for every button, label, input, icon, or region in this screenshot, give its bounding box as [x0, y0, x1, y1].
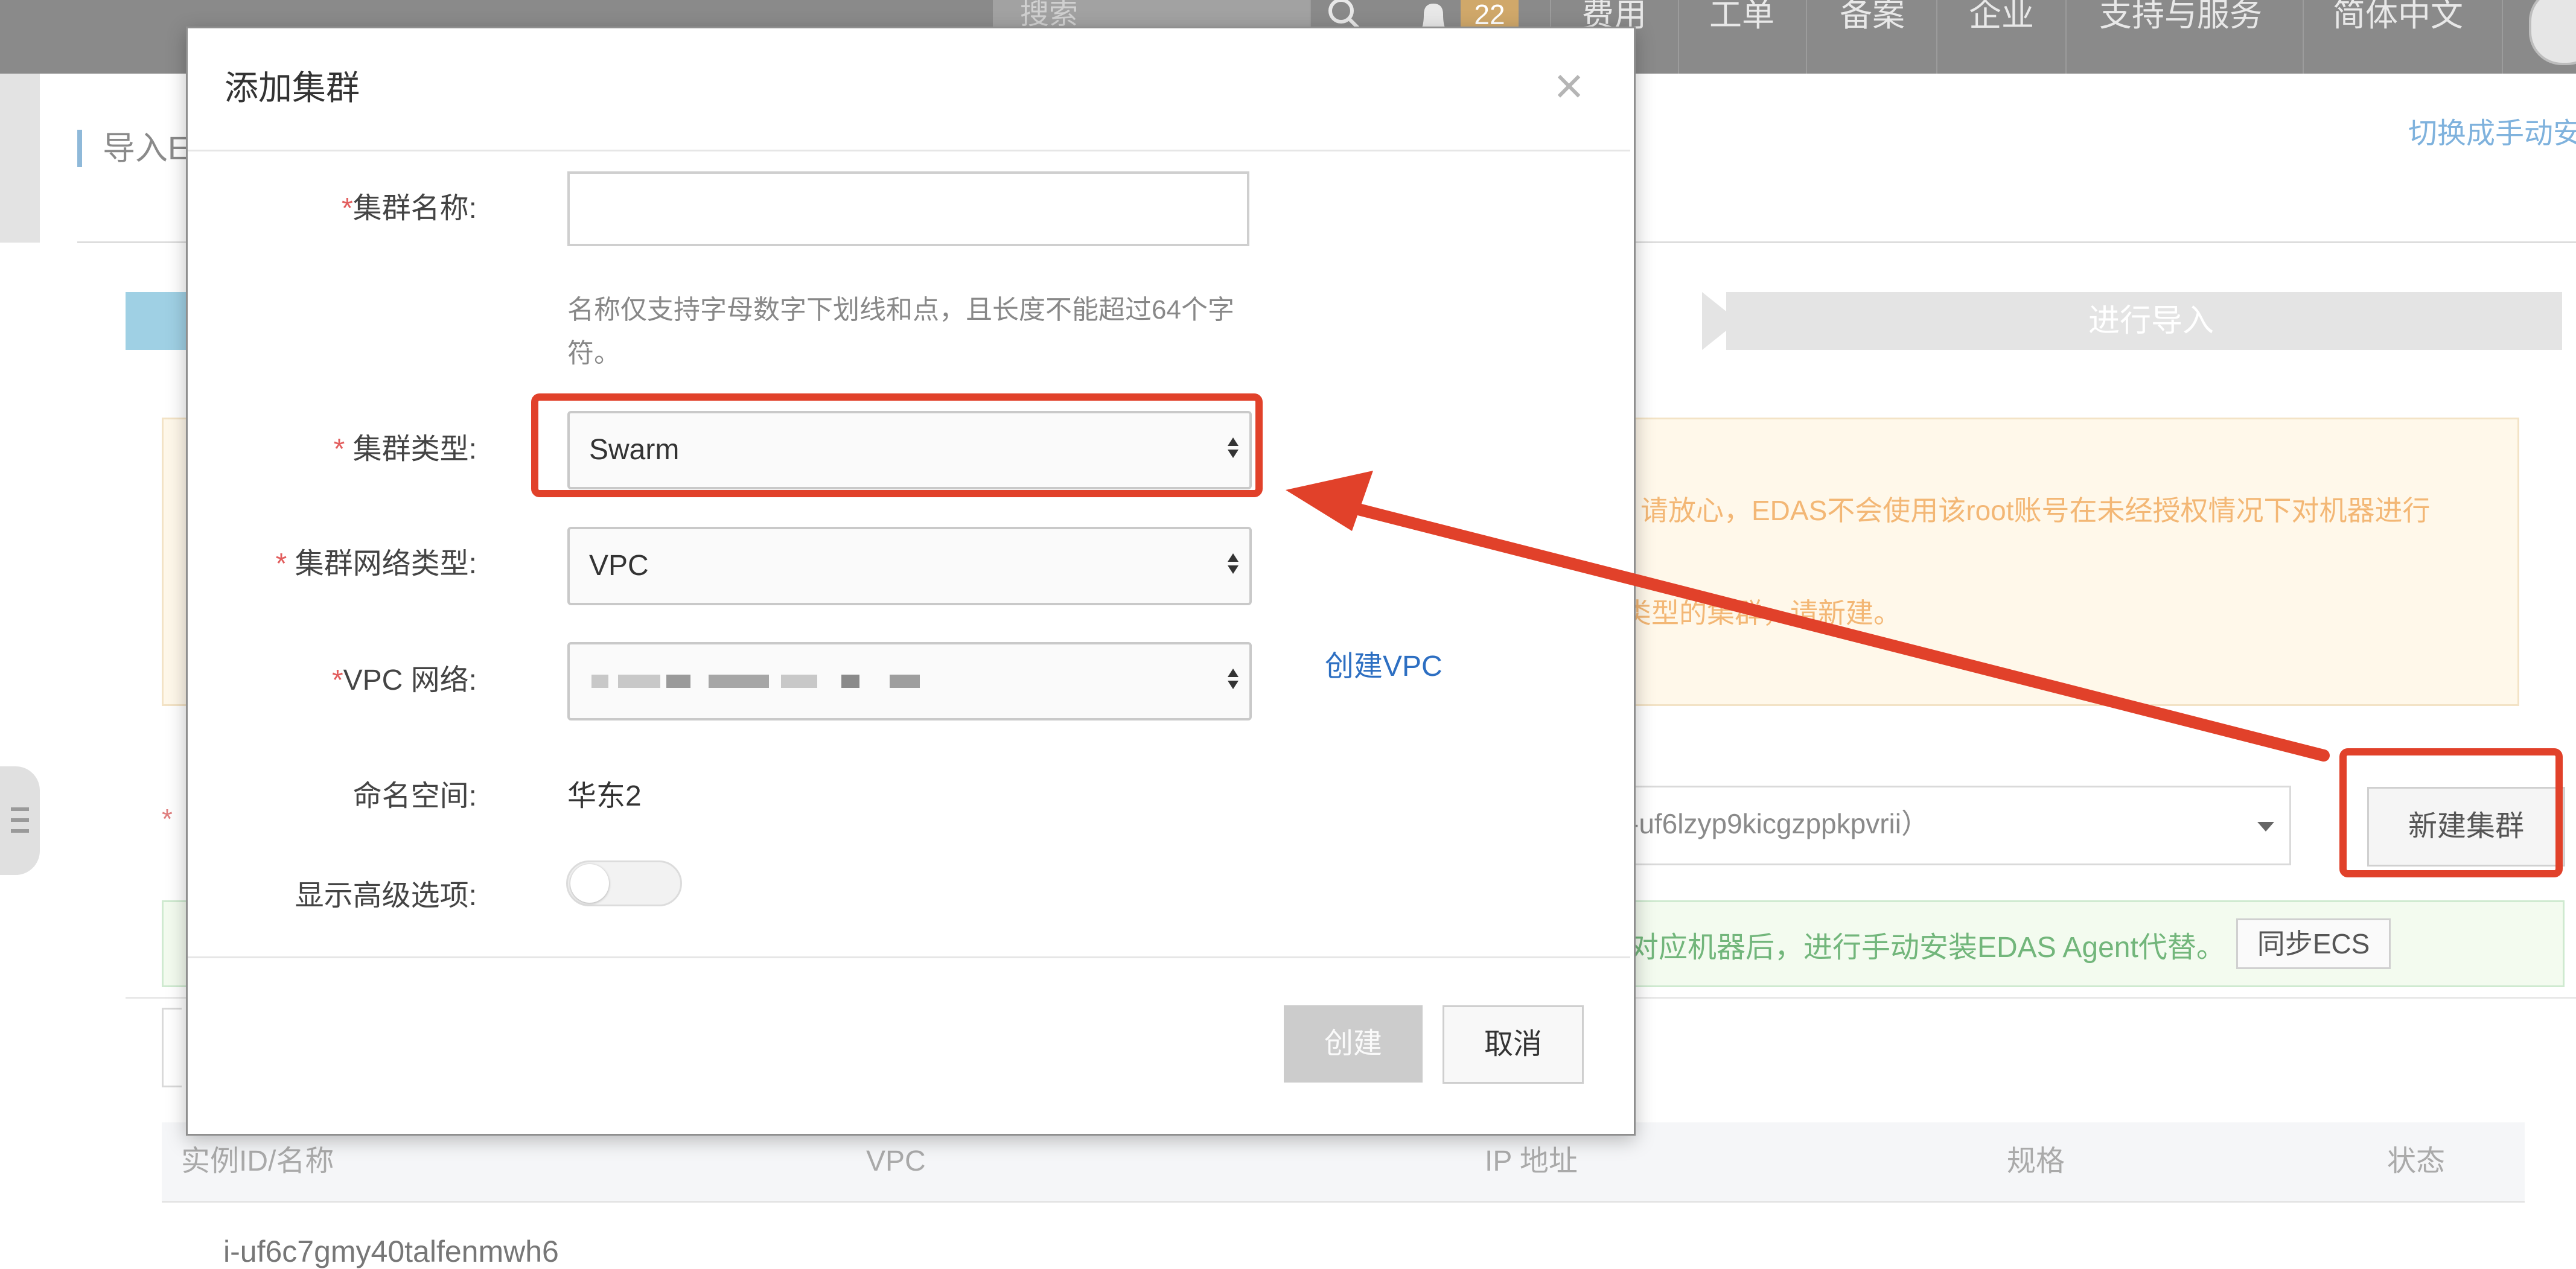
nav-divider	[2502, 0, 2503, 74]
redacted-text	[890, 675, 920, 688]
nav-divider	[1806, 0, 1807, 74]
redacted-text	[618, 675, 660, 688]
warning-text: 类型的集群，请新建。	[1624, 597, 1901, 629]
menu-tab-icon	[11, 807, 29, 833]
highlight-new-cluster	[2339, 748, 2563, 877]
step-label: 进行导入	[2088, 304, 2214, 339]
nav-divider	[1936, 0, 1937, 74]
sidebar-toggle-tab[interactable]	[0, 766, 40, 875]
close-icon[interactable]: ×	[1554, 60, 1584, 111]
divider	[188, 150, 1630, 151]
chevron-down-icon	[2257, 822, 2274, 832]
redacted-text	[781, 675, 817, 688]
redacted-text	[841, 675, 859, 688]
cluster-select-value: -uf6lzyp9kicgzppkpvrii）	[1630, 808, 1929, 839]
network-type-value: VPC	[589, 550, 649, 582]
cluster-name-label: *集群名称:	[341, 192, 477, 224]
vpc-label: *VPC 网络:	[331, 664, 477, 696]
breadcrumb-marker	[77, 130, 82, 167]
nav-support[interactable]: 支持与服务	[2099, 0, 2262, 74]
table-row[interactable]: i-uf6c7gmy40talfenmwh6	[223, 1234, 559, 1269]
nav-tickets[interactable]: 工单	[1709, 0, 1774, 74]
page-title: 导入E	[103, 130, 190, 167]
nav-divider	[2065, 0, 2067, 74]
required-mark: *	[162, 803, 173, 835]
nav-icp[interactable]: 备案	[1840, 0, 1905, 74]
filter-input[interactable]	[162, 1008, 182, 1087]
sync-ecs-button[interactable]: 同步ECS	[2236, 918, 2391, 969]
redacted-text	[709, 675, 769, 688]
divider	[188, 956, 1630, 958]
nav-divider	[2303, 0, 2304, 74]
cluster-name-input[interactable]	[567, 171, 1249, 246]
dialog-title: 添加集群	[225, 69, 360, 107]
column-header: 状态	[2387, 1145, 2446, 1177]
cancel-button[interactable]: 取消	[1443, 1005, 1584, 1084]
column-header: 规格	[2007, 1145, 2065, 1177]
nav-enterprise[interactable]: 企业	[1969, 0, 2034, 74]
advanced-options-label: 显示高级选项:	[295, 880, 477, 912]
cluster-type-label: * 集群类型:	[333, 433, 477, 465]
toggle-knob[interactable]	[570, 864, 609, 903]
select-updown-icon	[1228, 669, 1240, 689]
switch-manual-link[interactable]: 切换成手动安	[2408, 116, 2576, 152]
warning-text: 请放心，EDAS不会使用该root账号在未经授权情况下对机器进行	[1640, 495, 2431, 526]
left-sidebar-strip	[0, 74, 40, 243]
network-type-label: * 集群网络类型:	[275, 548, 477, 580]
cluster-name-help: 名称仅支持字母数字下划线和点，且长度不能超过64个字符。	[567, 295, 1234, 368]
network-type-select[interactable]: VPC	[567, 527, 1252, 605]
vpc-select[interactable]	[567, 642, 1252, 720]
nav-language[interactable]: 简体中文	[2333, 0, 2463, 74]
highlight-cluster-type	[531, 393, 1263, 497]
search-placeholder: 搜索	[1020, 0, 1079, 30]
redacted-text	[666, 675, 690, 688]
create-vpc-link[interactable]: 创建VPC	[1325, 649, 1443, 685]
namespace-value: 华东2	[567, 780, 642, 812]
nav-divider	[1678, 0, 1679, 74]
select-updown-icon	[1228, 553, 1240, 574]
namespace-label: 命名空间:	[352, 780, 477, 812]
create-button[interactable]: 创建	[1284, 1005, 1423, 1083]
info-text: 对应机器后，进行手动安装EDAS Agent代替。	[1630, 932, 2225, 964]
redacted-text	[591, 675, 608, 688]
